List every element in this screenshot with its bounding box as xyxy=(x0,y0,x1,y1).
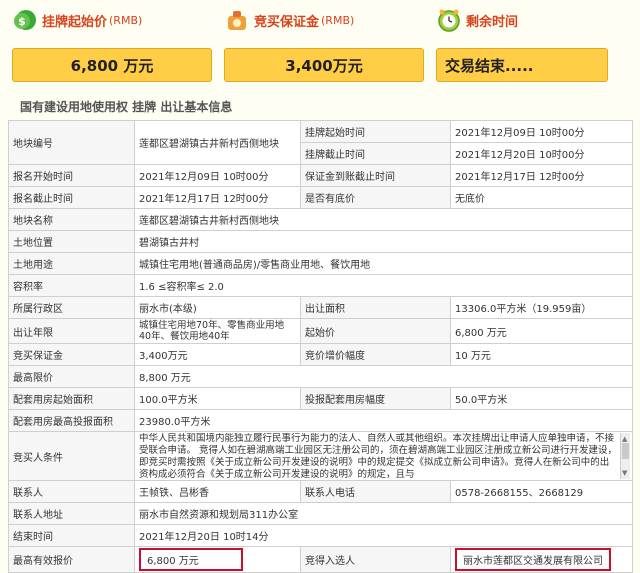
value-reserve-price: 无底价 xyxy=(450,186,633,209)
start-price-header: $ 挂牌起始价 (RMB) xyxy=(12,8,142,32)
value-land-location: 碧湖镇古井村 xyxy=(134,230,633,253)
value-highest-bid: 6,800 万元 xyxy=(139,548,243,571)
key-contact: 联系人 xyxy=(8,480,135,503)
table-row: 竞买人条件 中华人民共和国境内能独立履行民事行为能力的法人、自然人或其他组织。本… xyxy=(8,431,633,481)
key-plot-number: 地块编号 xyxy=(8,120,135,165)
alarm-clock-icon xyxy=(438,9,460,32)
bidder-conditions-scrollbar[interactable]: ▲ ▼ xyxy=(620,433,630,479)
value-signup-start: 2021年12月09日 10时00分 xyxy=(134,164,301,187)
bidder-conditions-cell: 中华人民共和国境内能独立履行民事行为能力的法人、自然人或其他组织。本次挂牌出让申… xyxy=(134,431,633,481)
key-highest-bid: 最高有效报价 xyxy=(8,546,135,573)
key-winner: 竞得入选人 xyxy=(300,546,451,573)
key-district: 所属行政区 xyxy=(8,296,135,319)
key-listing-end: 挂牌截止时间 xyxy=(300,142,451,165)
value-housing-increment: 50.0平方米 xyxy=(450,387,633,410)
key-land-use: 土地用途 xyxy=(8,252,135,275)
value-contact: 王帧铁、吕彬香 xyxy=(134,480,301,503)
table-row: 容积率 1.6 ≤容积率≤ 2.0 xyxy=(8,274,633,297)
highest-bid-cell: 6,800 万元 xyxy=(134,546,301,573)
money-bag-icon xyxy=(228,11,246,30)
value-listing-start: 2021年12月09日 10时00分 xyxy=(450,120,633,143)
value-plot-number: 莲都区碧湖镇古井新村西侧地块 xyxy=(134,120,301,165)
key-bid-increment: 竞价增价幅度 xyxy=(300,343,451,366)
deposit-unit: (RMB) xyxy=(321,13,355,27)
key-reserve-price: 是否有底价 xyxy=(300,186,451,209)
table-row: 竞买保证金 3,400万元 竞价增价幅度 10 万元 xyxy=(8,343,633,366)
section-title: 国有建设用地使用权 挂牌 出让基本信息 xyxy=(20,100,233,114)
key-deposit-deadline: 保证金到账截止时间 xyxy=(300,164,451,187)
value-contact-phone: 0578-2668155、2668129 xyxy=(450,480,633,503)
scrollbar-thumb[interactable] xyxy=(622,443,629,459)
key-start-price: 起始价 xyxy=(300,318,451,344)
value-plot-ratio: 1.6 ≤容积率≤ 2.0 xyxy=(134,274,633,297)
key-housing-max-area: 配套用房最高投报面积 xyxy=(8,409,135,432)
scroll-down-arrow-icon[interactable]: ▼ xyxy=(622,467,627,479)
value-area: 13306.0平方米（19.959亩） xyxy=(450,296,633,319)
value-plot-name: 莲都区碧湖镇古井新村西侧地块 xyxy=(134,208,633,231)
table-row: 土地位置 碧湖镇古井村 xyxy=(8,230,633,253)
table-row: 所属行政区 丽水市(本级) 出让面积 13306.0平方米（19.959亩） xyxy=(8,296,633,319)
time-left-header: 剩余时间 xyxy=(436,8,518,32)
table-row: 最高限价 8,800 万元 xyxy=(8,365,633,388)
deposit-value: 3,400万元 xyxy=(224,48,424,82)
table-row: 最高有效报价 6,800 万元 竞得入选人 丽水市莲都区交通发展有限公司 xyxy=(8,546,633,573)
key-price-cap: 最高限价 xyxy=(8,365,135,388)
table-row: 出让年限 城镇住宅用地70年、零售商业用地40年、餐饮用地40年 起始价 6,8… xyxy=(8,318,633,344)
table-row: 结束时间 2021年12月20日 10时14分 xyxy=(8,524,633,547)
value-housing-start-area: 100.0平方米 xyxy=(134,387,301,410)
key-deposit: 竞买保证金 xyxy=(8,343,135,366)
land-info-table: 地块编号 莲都区碧湖镇古井新村西侧地块 挂牌起始时间 2021年12月09日 1… xyxy=(8,120,633,573)
svg-text:$: $ xyxy=(18,15,26,28)
start-price-value: 6,800 万元 xyxy=(12,48,212,82)
winner-cell: 丽水市莲都区交通发展有限公司 xyxy=(450,546,633,573)
time-left-value: 交易结束..... xyxy=(436,48,608,82)
value-housing-max-area: 23980.0平方米 xyxy=(134,409,633,432)
price-dollar-icon: $ xyxy=(14,10,36,30)
table-row: 配套用房起始面积 100.0平方米 投报配套用房幅度 50.0平方米 xyxy=(8,387,633,410)
key-contact-address: 联系人地址 xyxy=(8,502,135,525)
key-land-location: 土地位置 xyxy=(8,230,135,253)
bidder-conditions-scroll-area[interactable]: 中华人民共和国境内能独立履行民事行为能力的法人、自然人或其他组织。本次挂牌出让申… xyxy=(139,433,630,479)
value-land-use: 城镇住宅用地(普通商品房)/零售商业用地、餐饮用地 xyxy=(134,252,633,275)
key-bidder-conditions: 竞买人条件 xyxy=(8,431,135,481)
key-plot-name: 地块名称 xyxy=(8,208,135,231)
value-deposit: 3,400万元 xyxy=(134,343,301,366)
value-listing-end: 2021年12月20日 10时00分 xyxy=(450,142,633,165)
key-area: 出让面积 xyxy=(300,296,451,319)
value-start-price: 6,800 万元 xyxy=(450,318,633,344)
table-row: 地块名称 莲都区碧湖镇古井新村西侧地块 xyxy=(8,208,633,231)
key-signup-start: 报名开始时间 xyxy=(8,164,135,187)
key-plot-ratio: 容积率 xyxy=(8,274,135,297)
value-end-time: 2021年12月20日 10时14分 xyxy=(134,524,633,547)
value-term: 城镇住宅用地70年、零售商业用地40年、餐饮用地40年 xyxy=(134,318,301,344)
key-end-time: 结束时间 xyxy=(8,524,135,547)
value-bidder-conditions: 中华人民共和国境内能独立履行民事行为能力的法人、自然人或其他组织。本次挂牌出让申… xyxy=(139,433,618,479)
start-price-label: 挂牌起始价 xyxy=(42,14,108,30)
table-row: 联系人地址 丽水市自然资源和规划局311办公室 xyxy=(8,502,633,525)
value-contact-address: 丽水市自然资源和规划局311办公室 xyxy=(134,502,633,525)
key-listing-start: 挂牌起始时间 xyxy=(300,120,451,143)
value-winner: 丽水市莲都区交通发展有限公司 xyxy=(455,548,611,571)
value-bid-increment: 10 万元 xyxy=(450,343,633,366)
key-housing-increment: 投报配套用房幅度 xyxy=(300,387,451,410)
value-signup-end: 2021年12月17日 12时00分 xyxy=(134,186,301,209)
key-term: 出让年限 xyxy=(8,318,135,344)
value-deposit-deadline: 2021年12月17日 12时00分 xyxy=(450,164,633,187)
table-row: 报名截止时间 2021年12月17日 12时00分 是否有底价 无底价 xyxy=(8,186,633,209)
key-housing-start-area: 配套用房起始面积 xyxy=(8,387,135,410)
table-row: 联系人 王帧铁、吕彬香 联系人电话 0578-2668155、2668129 xyxy=(8,480,633,503)
deposit-label: 竞买保证金 xyxy=(254,14,320,30)
table-row: 土地用途 城镇住宅用地(普通商品房)/零售商业用地、餐饮用地 xyxy=(8,252,633,275)
time-left-label: 剩余时间 xyxy=(466,14,519,30)
value-price-cap: 8,800 万元 xyxy=(134,365,633,388)
value-district: 丽水市(本级) xyxy=(134,296,301,319)
table-row: 地块编号 莲都区碧湖镇古井新村西侧地块 挂牌起始时间 2021年12月09日 1… xyxy=(8,120,633,165)
start-price-unit: (RMB) xyxy=(109,13,143,27)
key-contact-phone: 联系人电话 xyxy=(300,480,451,503)
table-row: 配套用房最高投报面积 23980.0平方米 xyxy=(8,409,633,432)
deposit-header: 竞买保证金 (RMB) xyxy=(224,8,354,32)
key-signup-end: 报名截止时间 xyxy=(8,186,135,209)
table-row: 报名开始时间 2021年12月09日 10时00分 保证金到账截止时间 2021… xyxy=(8,164,633,187)
